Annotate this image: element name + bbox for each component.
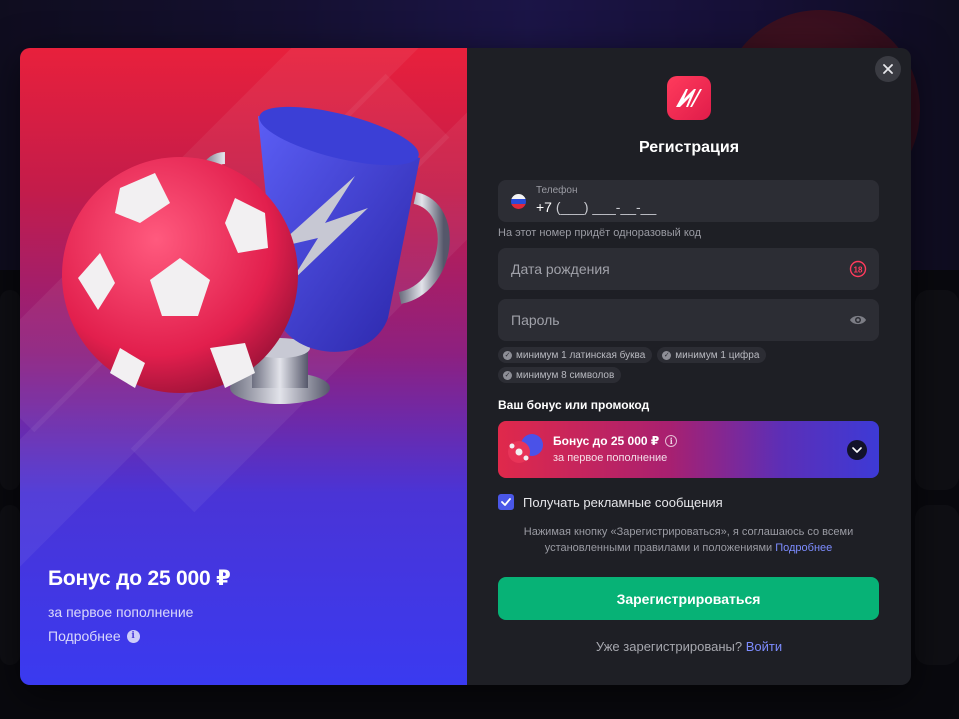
requirement-label: минимум 1 латинская буква	[516, 349, 646, 361]
phone-country-code: +7	[536, 199, 552, 215]
bonus-section-label: Ваш бонус или промокод	[498, 398, 650, 412]
info-icon: i	[126, 629, 140, 643]
requirement-label: минимум 8 символов	[516, 369, 615, 381]
requirement-chip: ✓ минимум 8 символов	[498, 367, 622, 383]
close-button[interactable]	[875, 56, 901, 82]
brand-logo-icon	[676, 89, 702, 107]
promo-title: Бонус до 25 000 ₽	[48, 567, 231, 590]
requirement-chip: ✓ минимум 1 латинская буква	[498, 347, 653, 363]
phone-value: +7 (___) ___-__-__	[536, 199, 656, 215]
requirement-chip: ✓ минимум 1 цифра	[657, 347, 767, 363]
chevron-down-glyph	[852, 447, 862, 453]
promo-more-link[interactable]: Подробнее i	[48, 628, 140, 644]
18-plus-icon: 18	[849, 260, 867, 278]
birthdate-placeholder: Дата рождения	[511, 261, 610, 277]
password-requirements: ✓ минимум 1 латинская буква ✓ минимум 1 …	[498, 347, 879, 383]
login-prompt: Уже зарегистрированы? Войти	[467, 639, 911, 654]
registration-form: Регистрация Телефон +7 (___) ___-__-__ Н…	[467, 48, 911, 685]
marketing-checkbox-label: Получать рекламные сообщения	[523, 494, 723, 510]
close-icon	[883, 64, 893, 74]
promo-panel: Бонус до 25 000 ₽ за первое пополнение П…	[20, 48, 467, 685]
phone-label: Телефон	[536, 185, 578, 196]
password-input[interactable]: Пароль	[498, 299, 879, 341]
phone-hint: На этот номер придёт одноразовый код	[498, 227, 702, 239]
terms-text: Нажимая кнопку «Зарегистрироваться», я с…	[498, 524, 879, 556]
check-icon	[501, 498, 511, 506]
registration-modal: Бонус до 25 000 ₽ за первое пополнение П…	[20, 48, 911, 685]
svg-text:18: 18	[854, 266, 863, 275]
bonus-ball-icon	[508, 434, 543, 463]
russia-flag-icon	[511, 194, 526, 209]
birthdate-input[interactable]: Дата рождения 18	[498, 248, 879, 290]
phone-mask: (___) ___-__-__	[551, 199, 657, 215]
eye-icon[interactable]	[849, 311, 867, 329]
info-icon[interactable]: i	[665, 435, 678, 447]
bonus-selector[interactable]: Бонус до 25 000 ₽ i за первое пополнение	[498, 421, 879, 478]
password-placeholder: Пароль	[511, 312, 560, 328]
login-link[interactable]: Войти	[746, 639, 782, 654]
login-prompt-text: Уже зарегистрированы?	[595, 639, 743, 654]
ball-and-trophy-illustration	[62, 106, 450, 404]
register-button[interactable]: Зарегистрироваться	[498, 577, 879, 620]
bonus-subtitle: за первое пополнение	[553, 452, 668, 464]
marketing-consent[interactable]: Получать рекламные сообщения	[498, 494, 723, 510]
phone-input[interactable]: Телефон +7 (___) ___-__-__	[498, 180, 879, 222]
form-title: Регистрация	[638, 139, 740, 156]
requirement-label: минимум 1 цифра	[675, 349, 760, 361]
check-icon: ✓	[503, 350, 512, 360]
marketing-checkbox[interactable]	[498, 494, 514, 510]
check-icon: ✓	[503, 370, 512, 380]
check-icon: ✓	[662, 350, 672, 360]
terms-link[interactable]: Подробнее	[775, 542, 832, 554]
bonus-title: Бонус до 25 000 ₽ i	[553, 434, 678, 448]
bonus-title-text: Бонус до 25 000 ₽	[553, 434, 660, 448]
promo-subtitle: за первое пополнение	[48, 604, 194, 620]
promo-more-label: Подробнее	[48, 628, 121, 644]
chevron-down-icon[interactable]	[847, 440, 867, 460]
brand-logo	[667, 76, 711, 120]
